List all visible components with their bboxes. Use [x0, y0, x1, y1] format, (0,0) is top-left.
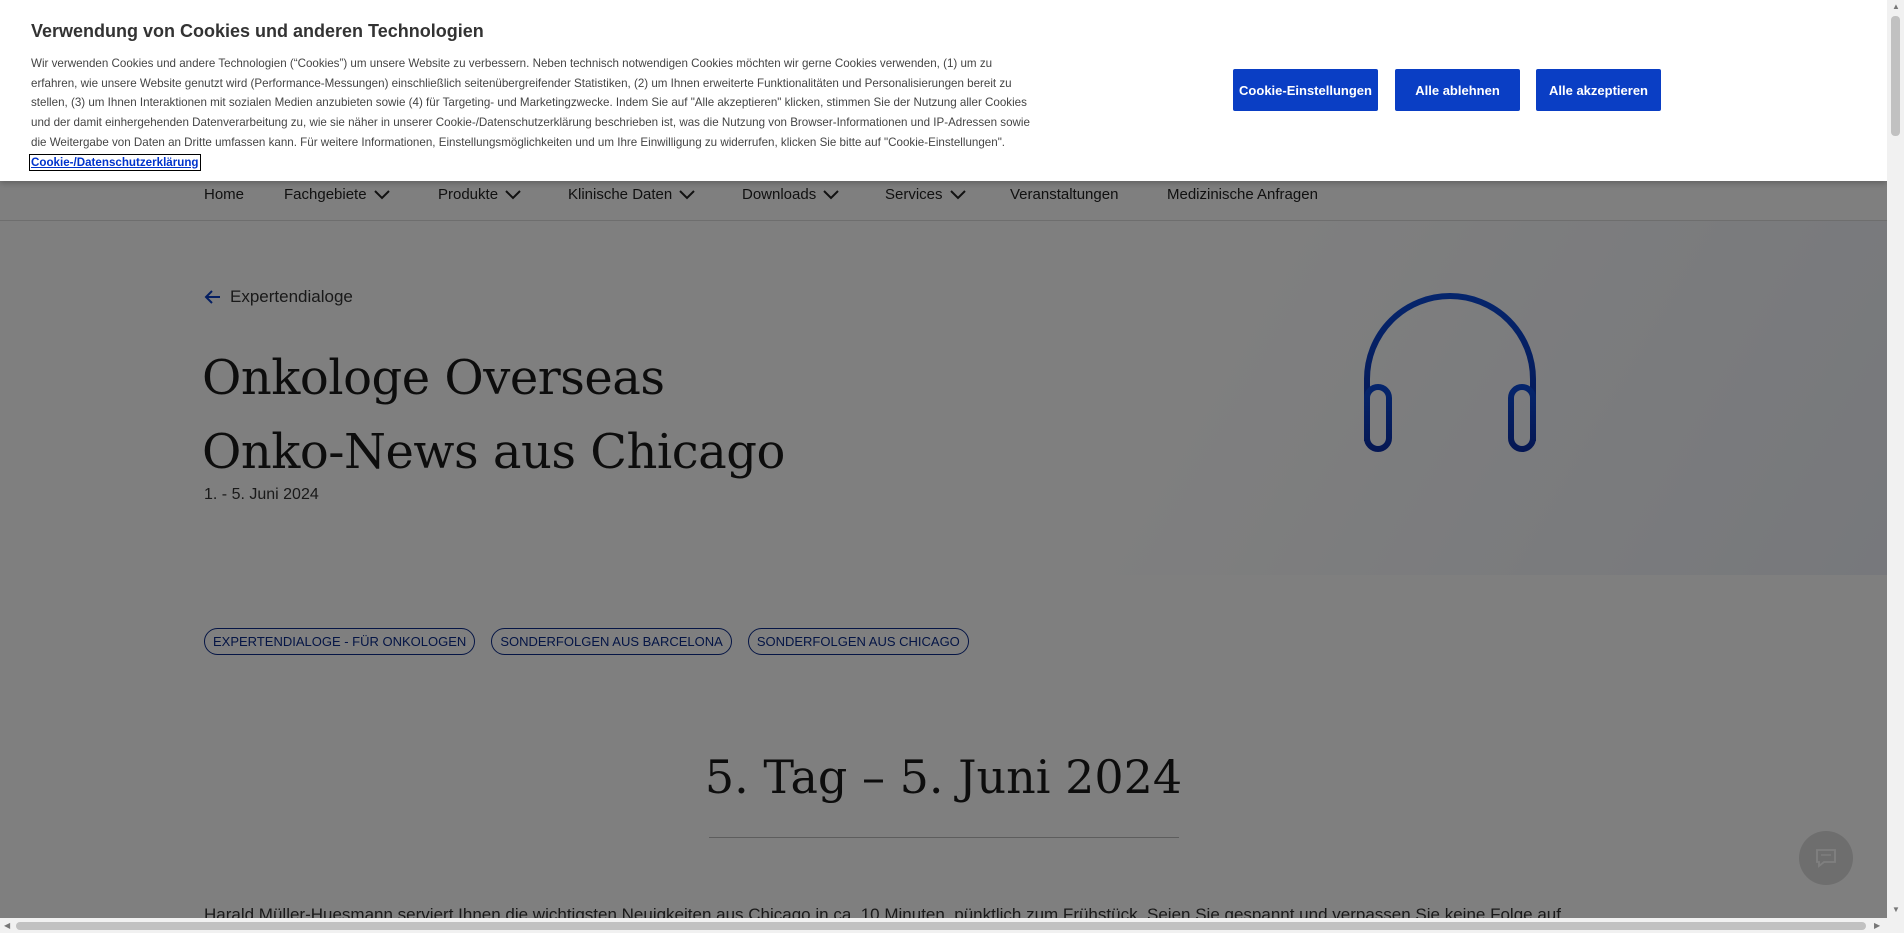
cookie-banner-body: Wir verwenden Cookies und andere Technol…: [31, 57, 1030, 149]
vertical-scrollbar[interactable]: ▲ ▼: [1887, 0, 1904, 918]
reject-all-button[interactable]: Alle ablehnen: [1395, 69, 1520, 111]
cookie-banner: Verwendung von Cookies und anderen Techn…: [0, 0, 1887, 181]
page: Home Fachgebiete Produkte Klinische Date…: [0, 0, 1887, 918]
privacy-policy-link[interactable]: Cookie-/Datenschutzerklärung: [29, 153, 201, 171]
scroll-right-icon[interactable]: ▶: [1874, 921, 1880, 930]
scroll-down-icon[interactable]: ▼: [1892, 905, 1900, 914]
cookie-settings-button[interactable]: Cookie-Einstellungen: [1233, 69, 1378, 111]
scrollbar-corner: [1887, 918, 1904, 933]
scroll-up-icon[interactable]: ▲: [1892, 2, 1900, 11]
accept-all-button[interactable]: Alle akzeptieren: [1536, 69, 1661, 111]
cookie-banner-text: Wir verwenden Cookies und andere Technol…: [29, 54, 1041, 172]
horizontal-scrollbar[interactable]: ◀ ▶: [0, 918, 1887, 933]
vertical-scrollbar-thumb[interactable]: [1891, 16, 1900, 136]
scroll-left-icon[interactable]: ◀: [4, 921, 10, 930]
cookie-banner-title: Verwendung von Cookies und anderen Techn…: [31, 21, 484, 41]
horizontal-scrollbar-thumb[interactable]: [16, 922, 1866, 930]
